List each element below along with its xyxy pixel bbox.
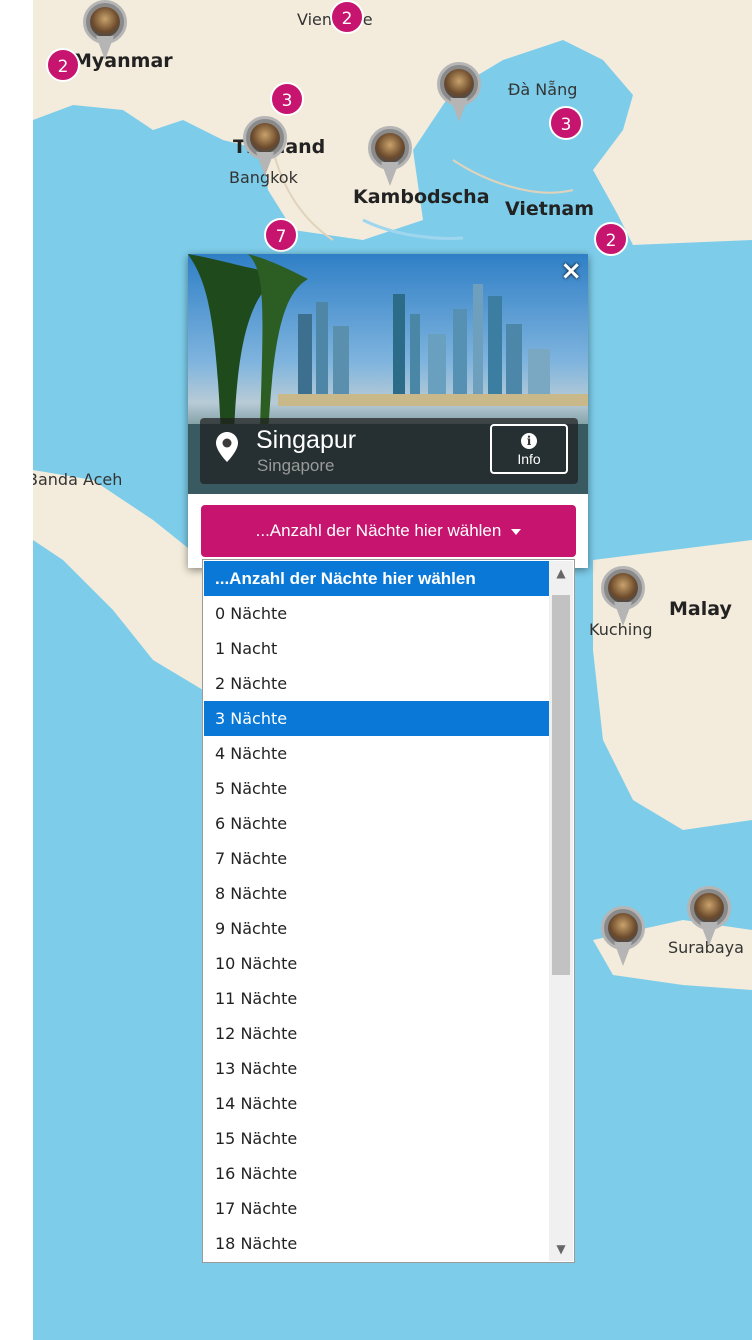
map-label-da-nang: Đà Nẵng <box>508 80 578 99</box>
cluster-badge[interactable]: 7 <box>264 218 298 252</box>
nights-select-label: ...Anzahl der Nächte hier wählen <box>255 521 502 540</box>
nights-option[interactable]: 5 Nächte <box>204 771 549 806</box>
map-label-banda-aceh: Banda Aceh <box>33 470 123 489</box>
nights-select-button[interactable]: ...Anzahl der Nächte hier wählen <box>201 505 576 557</box>
nights-option[interactable]: 4 Nächte <box>204 736 549 771</box>
nights-option[interactable]: 9 Nächte <box>204 911 549 946</box>
nights-option[interactable]: 1 Nacht <box>204 631 549 666</box>
map-label-malaysia: Malay <box>669 598 732 620</box>
location-popup: × Singapur Singapore i Info ...Anzahl de… <box>188 254 588 568</box>
map-location-pin[interactable] <box>243 116 287 178</box>
nights-option[interactable]: 18 Nächte <box>204 1226 549 1261</box>
cluster-badge[interactable]: 3 <box>549 106 583 140</box>
nights-option[interactable]: 14 Nächte <box>204 1086 549 1121</box>
scroll-down-icon[interactable]: ▼ <box>549 1237 573 1261</box>
map-label-vietnam: Vietnam <box>505 198 594 220</box>
cluster-badge[interactable]: 3 <box>270 82 304 116</box>
nights-option[interactable]: ...Anzahl der Nächte hier wählen <box>204 561 549 596</box>
cluster-badge[interactable]: 2 <box>46 48 80 82</box>
info-button[interactable]: i Info <box>490 424 568 474</box>
nights-option[interactable]: 0 Nächte <box>204 596 549 631</box>
map-location-pin[interactable] <box>687 886 731 948</box>
city-photo: × Singapur Singapore i Info <box>188 254 588 494</box>
nights-option[interactable]: 11 Nächte <box>204 981 549 1016</box>
location-caption: Singapur Singapore i Info <box>200 418 578 484</box>
country-name: Singapore <box>257 456 335 475</box>
nights-option[interactable]: 13 Nächte <box>204 1051 549 1086</box>
nights-option[interactable]: 12 Nächte <box>204 1016 549 1051</box>
city-name: Singapur <box>256 426 357 454</box>
caret-down-icon <box>511 528 522 535</box>
nights-dropdown-list[interactable]: ...Anzahl der Nächte hier wählen 0 Nächte… <box>202 559 575 1263</box>
location-marker-icon <box>216 432 238 462</box>
nights-option[interactable]: 7 Nächte <box>204 841 549 876</box>
nights-option[interactable]: 17 Nächte <box>204 1191 549 1226</box>
map-location-pin[interactable] <box>601 906 645 968</box>
cluster-badge[interactable]: 2 <box>330 0 364 34</box>
info-label: Info <box>517 451 541 467</box>
map-location-pin[interactable] <box>437 62 481 124</box>
nights-option[interactable]: 3 Nächte <box>204 701 549 736</box>
scroll-up-icon[interactable]: ▲ <box>549 561 573 585</box>
nights-option[interactable]: 2 Nächte <box>204 666 549 701</box>
nights-option[interactable]: 6 Nächte <box>204 806 549 841</box>
info-icon: i <box>521 433 537 449</box>
scrollbar-thumb[interactable] <box>552 595 570 975</box>
cluster-badge[interactable]: 2 <box>594 222 628 256</box>
nights-option[interactable]: 10 Nächte <box>204 946 549 981</box>
nights-option[interactable]: 16 Nächte <box>204 1156 549 1191</box>
nights-option[interactable]: 8 Nächte <box>204 876 549 911</box>
map-location-pin[interactable] <box>368 126 412 188</box>
close-icon[interactable]: × <box>560 258 582 284</box>
nights-option[interactable]: 15 Nächte <box>204 1121 549 1156</box>
map-location-pin[interactable] <box>601 566 645 628</box>
dropdown-scrollbar[interactable]: ▲ ▼ <box>549 561 573 1261</box>
map-label-kambodscha: Kambodscha <box>353 186 490 208</box>
map-location-pin[interactable] <box>83 0 127 62</box>
